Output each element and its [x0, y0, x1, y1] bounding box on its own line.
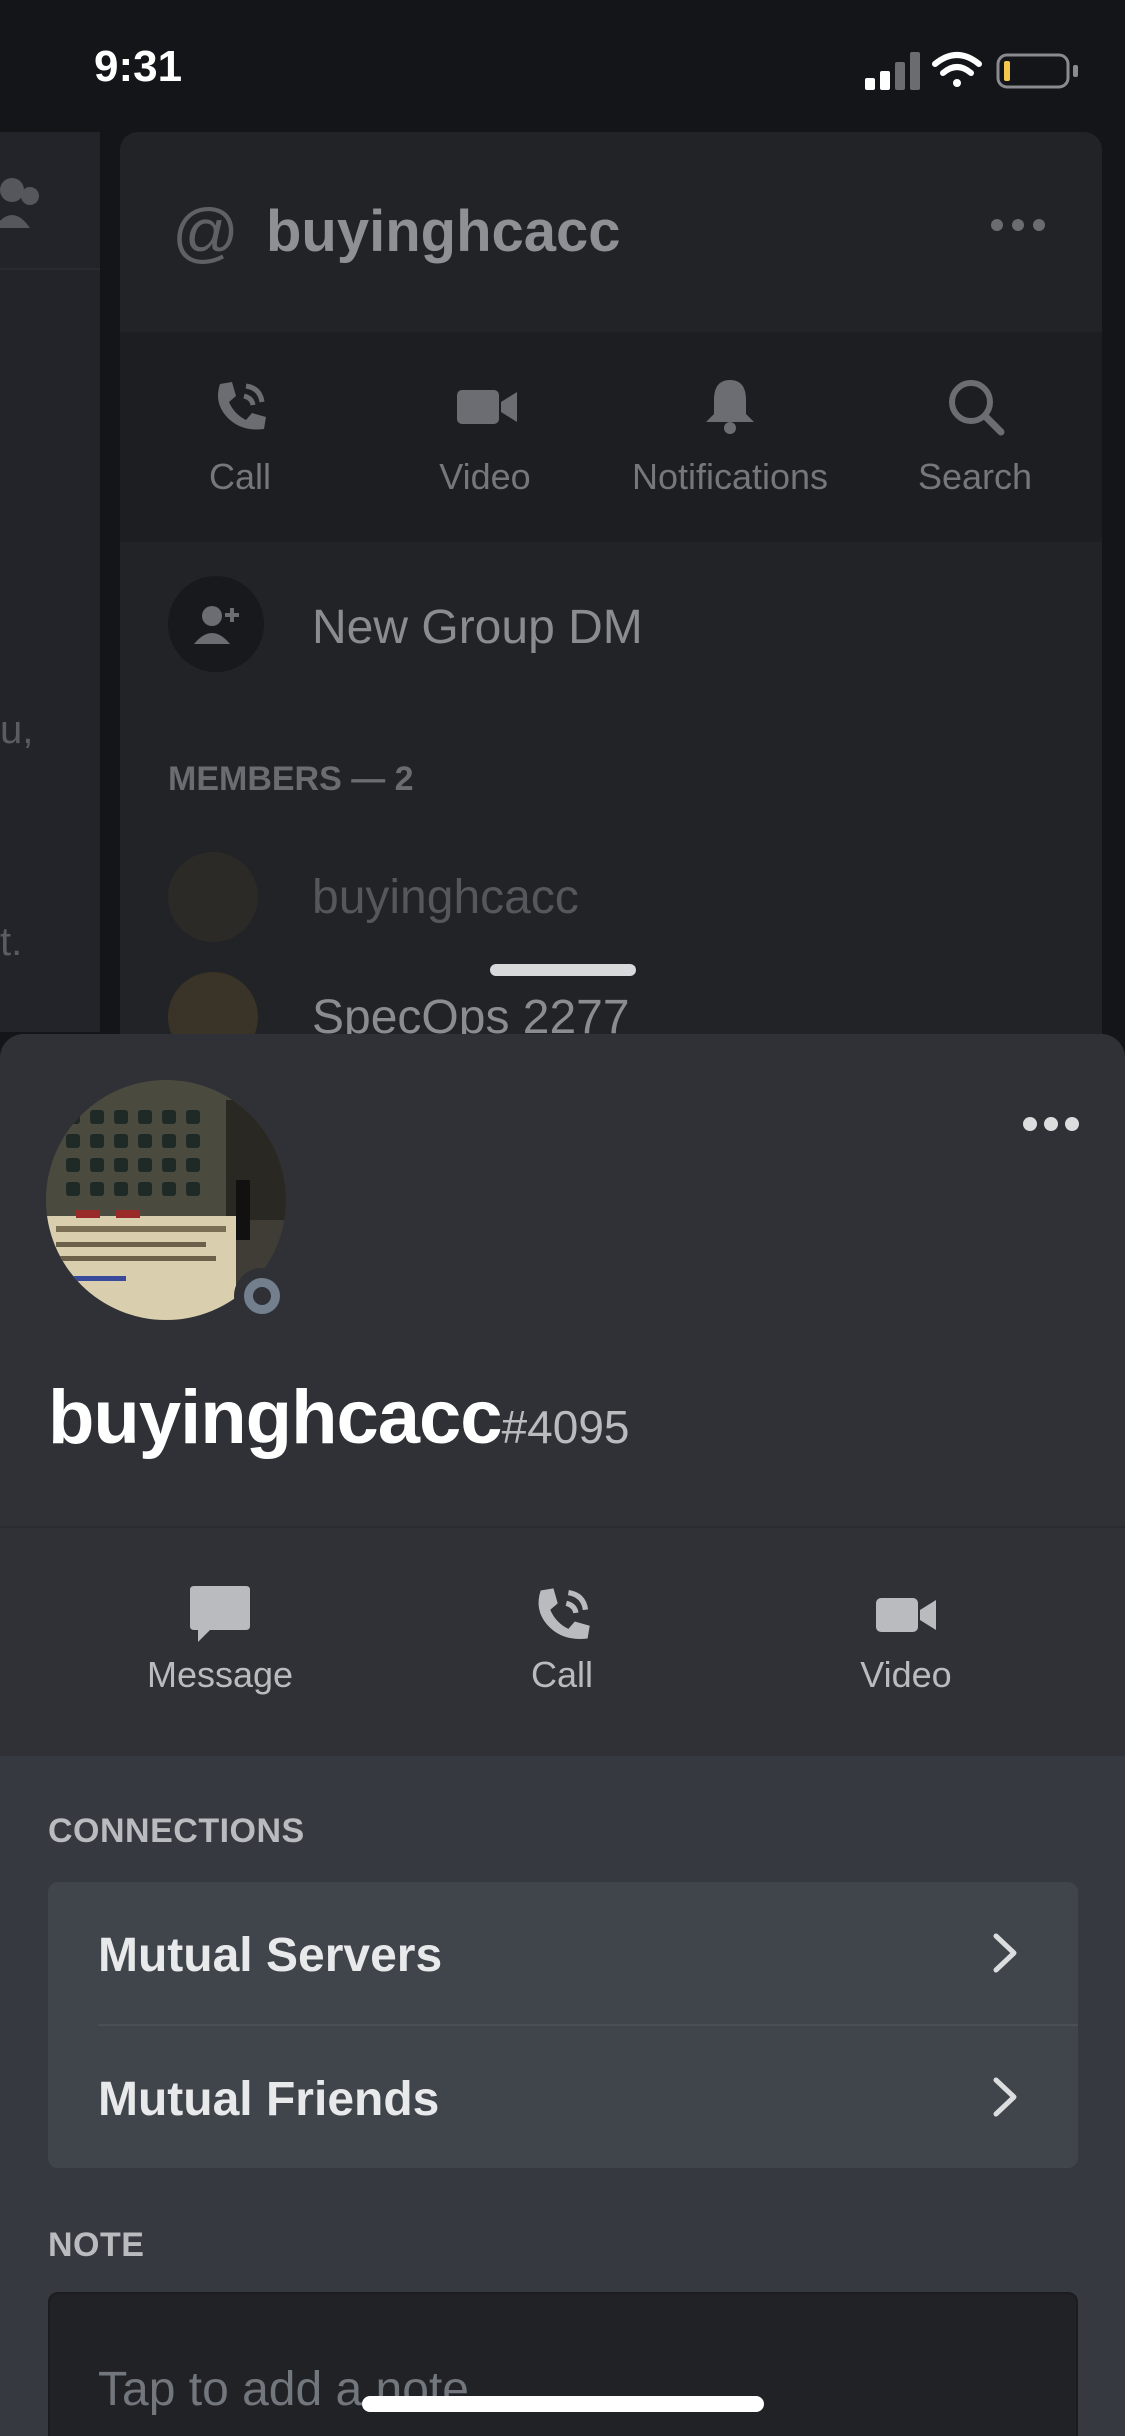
dm-call-button[interactable]: Call — [120, 332, 360, 542]
profile-action-bar: Message Call Video — [0, 1528, 1125, 1756]
member-name: buyinghcacc — [312, 871, 579, 924]
dm-notifications-button[interactable]: Notifications — [610, 332, 850, 542]
home-indicator[interactable] — [362, 2396, 764, 2412]
note-header: NOTE — [48, 2226, 145, 2264]
video-button[interactable]: Video — [756, 1528, 1056, 1756]
mutual-servers-label: Mutual Servers — [98, 1929, 443, 1982]
new-group-dm-label: New Group DM — [312, 601, 643, 654]
connections-list: Mutual Servers Mutual Friends — [48, 1882, 1078, 2168]
connections-header: CONNECTIONS — [48, 1812, 305, 1850]
wifi-icon — [932, 52, 982, 87]
chevron-right-icon — [993, 1933, 1017, 1973]
search-icon — [949, 380, 1005, 436]
note-input[interactable]: Tap to add a note — [48, 2292, 1078, 2436]
dm-title: buyinghcacc — [266, 199, 621, 264]
at-symbol-icon: @ — [172, 195, 239, 269]
battery-icon — [996, 53, 1078, 89]
background-dm-panel: @ buyinghcacc Call Video Notifications S… — [120, 132, 1102, 1052]
video-icon — [457, 390, 517, 424]
add-user-icon — [194, 606, 239, 644]
cellular-signal-icon — [865, 52, 920, 90]
dm-action-bar: Call Video Notifications Search — [120, 332, 1102, 542]
username-row: buyinghcacc#4095 — [48, 1374, 630, 1461]
profile-username: buyinghcacc — [48, 1375, 503, 1460]
profile-discriminator: #4095 — [501, 1401, 630, 1453]
more-options-icon[interactable] — [990, 218, 1046, 232]
background-divider — [0, 268, 100, 270]
new-group-avatar — [168, 576, 264, 672]
member-row[interactable]: buyinghcacc — [168, 852, 1068, 948]
dm-video-button[interactable]: Video — [365, 332, 605, 542]
friends-icon — [0, 178, 39, 228]
more-options-icon[interactable] — [1021, 1114, 1081, 1134]
call-label: Call — [530, 1654, 593, 1695]
background-text-snippet: t. — [0, 920, 23, 964]
background-text-snippet: u, — [0, 708, 34, 752]
message-label: Message — [146, 1654, 294, 1695]
phone-icon — [218, 382, 266, 430]
offline-status-indicator — [234, 1268, 290, 1324]
mutual-friends-label: Mutual Friends — [98, 2073, 440, 2126]
status-icons — [865, 52, 1078, 90]
status-ring — [244, 1278, 280, 1314]
message-icon — [190, 1586, 250, 1642]
dm-call-label: Call — [208, 456, 271, 497]
phone-icon — [538, 1588, 590, 1640]
dm-header: @ buyinghcacc — [120, 132, 1102, 332]
mutual-friends-row[interactable]: Mutual Friends — [48, 2026, 1078, 2168]
chevron-right-icon — [993, 2077, 1017, 2117]
dm-video-label: Video — [439, 456, 531, 497]
video-label: Video — [860, 1654, 952, 1695]
profile-avatar[interactable] — [46, 1080, 292, 1326]
members-header: MEMBERS — 2 — [168, 760, 414, 798]
dm-search-button[interactable]: Search — [855, 332, 1095, 542]
mutual-servers-row[interactable]: Mutual Servers — [48, 1882, 1078, 2024]
status-bar: 9:31 — [0, 0, 1125, 132]
member-avatar — [168, 852, 258, 942]
dm-notifications-label: Notifications — [631, 456, 829, 497]
call-button[interactable]: Call — [412, 1528, 712, 1756]
message-button[interactable]: Message — [70, 1528, 370, 1756]
bell-icon — [706, 380, 754, 434]
video-icon — [876, 1598, 936, 1632]
status-time: 9:31 — [94, 42, 183, 91]
sheet-grabber-handle[interactable] — [490, 964, 636, 976]
user-profile-sheet: buyinghcacc#4095 Message Call Video CONN… — [0, 1034, 1125, 2436]
dm-search-label: Search — [917, 456, 1033, 497]
background-channel-column — [0, 132, 100, 1032]
profile-header: buyinghcacc#4095 — [0, 1034, 1125, 1526]
